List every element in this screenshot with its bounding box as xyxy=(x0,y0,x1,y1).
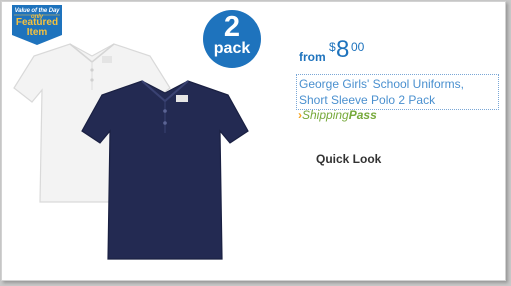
navy-polo-image xyxy=(80,79,250,264)
price-cents: 00 xyxy=(351,40,365,54)
shipping-pass-label-part2: Pass xyxy=(348,108,377,122)
price-currency: $ xyxy=(329,40,336,54)
product-title-link[interactable]: George Girls' School Uniforms, Short Sle… xyxy=(296,74,499,110)
pack-count: 2 xyxy=(223,11,241,43)
quick-look-button[interactable]: Quick Look xyxy=(316,152,381,166)
product-image[interactable] xyxy=(12,37,252,262)
shipping-pass-label-part1: Shipping xyxy=(302,108,349,122)
two-pack-badge: 2 pack xyxy=(203,10,261,68)
shipping-pass[interactable]: ›ShippingPass xyxy=(298,108,377,122)
pack-label: pack xyxy=(213,40,251,57)
price-prefix: from xyxy=(299,50,326,64)
product-card: Value of the Day only Featured Item 2 pa… xyxy=(1,1,506,281)
price-dollars: 8 xyxy=(336,36,350,63)
